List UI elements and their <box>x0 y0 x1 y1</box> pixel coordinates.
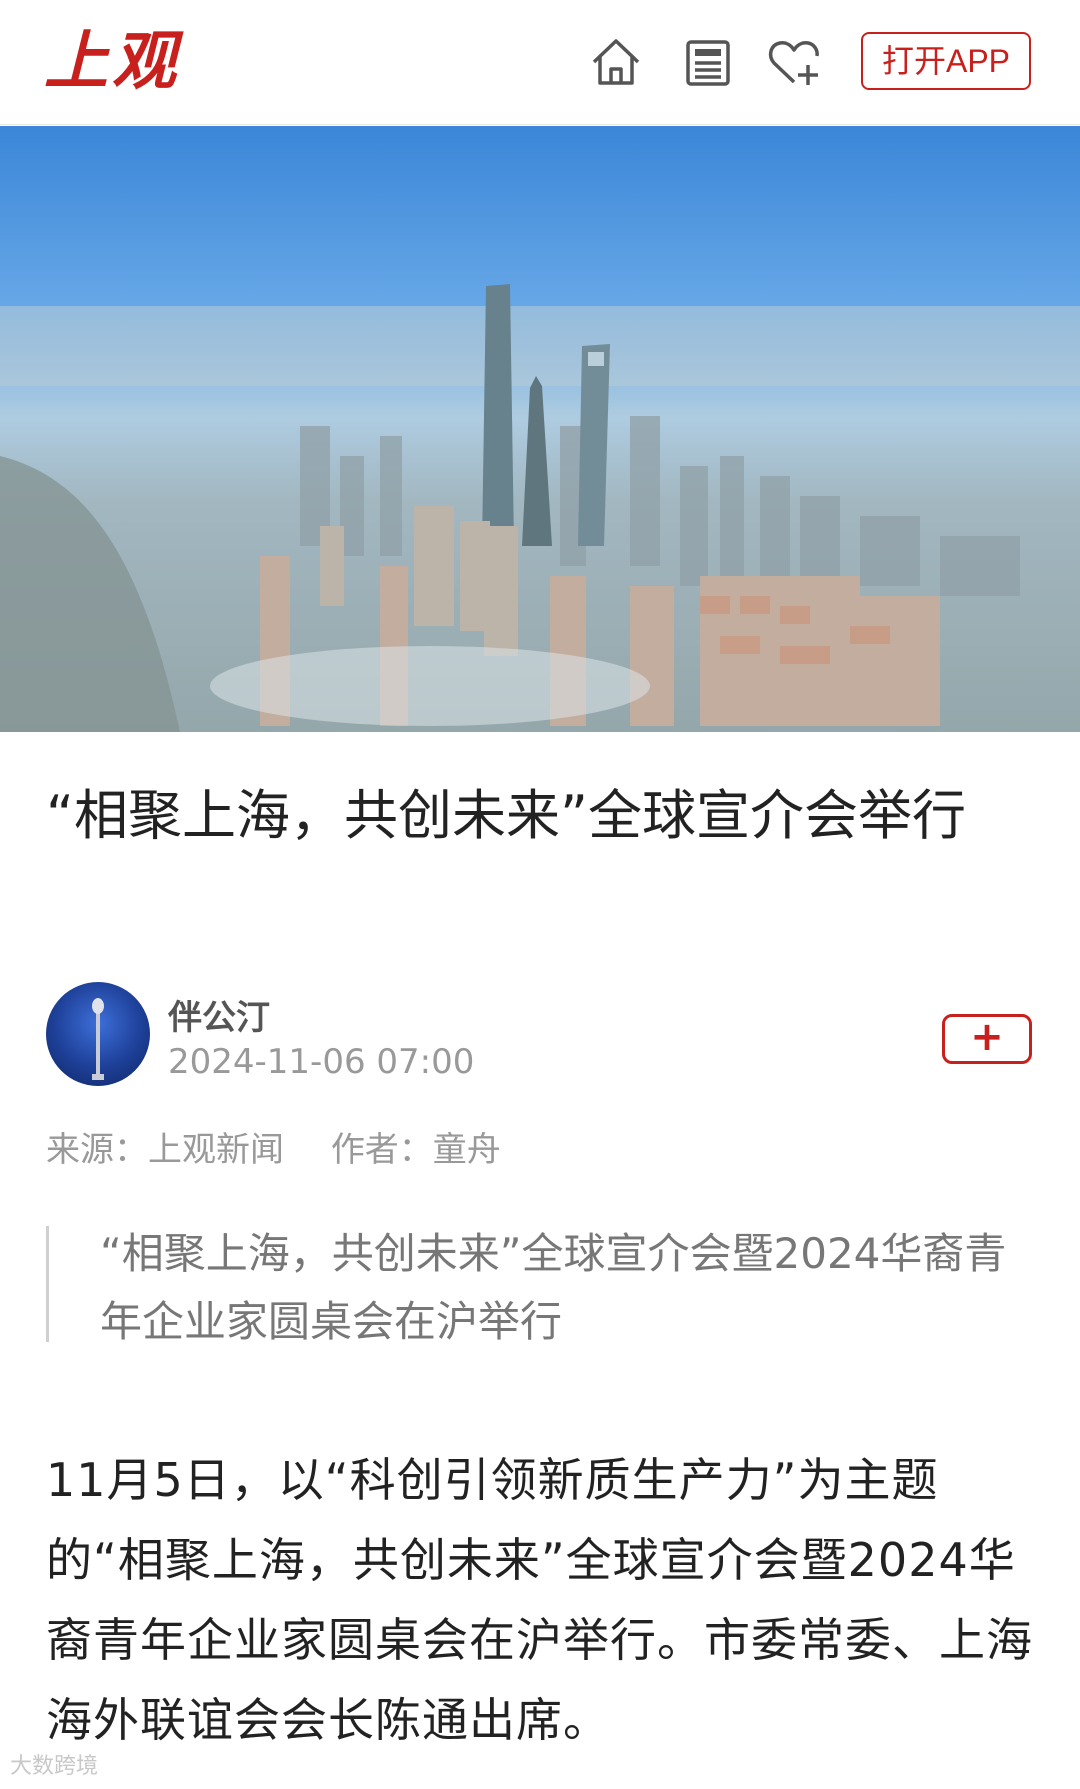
source-label: 来源：上观新闻 <box>46 1130 284 1170</box>
article-body-paragraph: 11月5日，以“科创引领新质生产力”为主题的“相聚上海，共创未来”全球宣介会暨2… <box>46 1453 1033 1747</box>
watermark: 大数跨境 <box>10 1753 99 1778</box>
article-summary: “相聚上海，共创未来”全球宣介会暨2024华裔青年企业家圆桌会在沪举行 <box>100 1229 1007 1346</box>
site-logo[interactable]: 上观 <box>44 24 180 100</box>
top-nav-bar: 上观 打开APP <box>0 0 1080 125</box>
follow-button[interactable]: + <box>942 1014 1032 1064</box>
news-icon[interactable] <box>678 32 738 92</box>
favorite-add-icon[interactable] <box>764 32 824 92</box>
open-app-button[interactable]: 打开APP <box>861 32 1031 90</box>
home-icon[interactable] <box>586 32 646 92</box>
article-page: 上观 打开APP “相聚上海，共创未来”全球宣介会举行 伴公汀 2024-11-… <box>0 0 1080 1789</box>
summary-divider <box>46 1226 49 1342</box>
hero-image-skyline <box>0 126 1080 732</box>
article-meta: 来源：上观新闻 作者：童舟 <box>46 1122 537 1171</box>
author-name[interactable]: 伴公汀 <box>168 990 270 1039</box>
article-title: “相聚上海，共创未来”全球宣介会举行 <box>46 784 966 847</box>
author-avatar[interactable] <box>46 982 150 1086</box>
publish-date: 2024-11-06 07:00 <box>168 1042 475 1082</box>
author-label: 作者：童舟 <box>330 1130 501 1170</box>
